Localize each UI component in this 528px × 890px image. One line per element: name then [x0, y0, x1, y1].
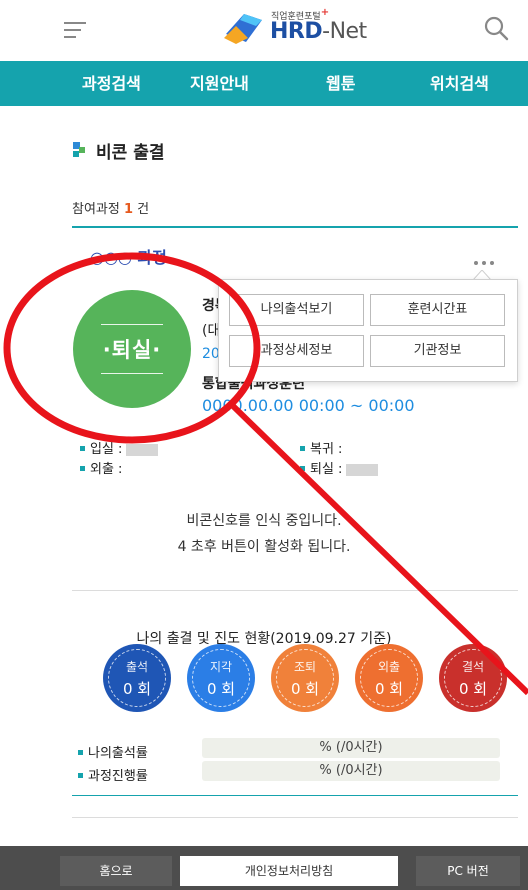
privacy-policy-button[interactable]: 개인정보처리방침 — [180, 856, 398, 886]
course-title[interactable]: ○○○ 과정 — [90, 244, 167, 268]
my-attendance-button[interactable]: 나의출석보기 — [229, 294, 364, 326]
status-title: 나의 출결 및 진도 현황(2019.09.27 기준) — [136, 631, 392, 647]
logo-icon — [224, 14, 262, 44]
more-options-icon[interactable] — [474, 250, 504, 265]
attendance-circle: 출석 0 회 — [103, 644, 171, 712]
out-time: 외출 : — [80, 458, 122, 477]
attendance-rate-bar: % (/0시간) — [202, 738, 500, 758]
menu-icon[interactable] — [64, 22, 86, 38]
outing-circle: 외출 0 회 — [355, 644, 423, 712]
hrd-net-logo[interactable]: 직업훈련포털+ HRD-Net — [222, 4, 382, 48]
late-circle: 지각 0 회 — [187, 644, 255, 712]
pc-version-button[interactable]: PC 버전 — [416, 856, 520, 886]
institution-info-button[interactable]: 기관정보 — [370, 335, 505, 367]
early-leave-circle: 조퇴 0 회 — [271, 644, 339, 712]
training-schedule-button[interactable]: 훈련시간표 — [370, 294, 505, 326]
section-title: 비콘 출결 — [96, 143, 165, 163]
progress-rate-bar: % (/0시간) — [202, 761, 500, 781]
nav-support-guide[interactable]: 지원안내 — [190, 61, 249, 106]
divider — [72, 590, 518, 591]
course-popup-menu: 나의출석보기 훈련시간표 과정상세정보 기관정보 — [218, 279, 518, 382]
divider — [72, 817, 518, 818]
footer: 홈으로 개인정보처리방침 PC 버전 — [0, 846, 528, 890]
exit-time: 퇴실 : — [300, 458, 379, 477]
nav-course-search[interactable]: 과정검색 — [82, 61, 141, 106]
course-detail-button[interactable]: 과정상세정보 — [229, 335, 364, 367]
main-nav: 과정검색 지원안내 웹툰 위치검색 — [0, 61, 528, 106]
return-time: 복귀 : — [300, 438, 342, 457]
status-badge[interactable]: ·퇴실· — [73, 290, 191, 408]
nav-webtoon[interactable]: 웹툰 — [326, 61, 355, 106]
search-icon[interactable] — [482, 14, 510, 42]
period-value: 0000.00.00 00:00 ~ 00:00 — [202, 396, 415, 415]
beacon-message-line1: 비콘신호를 인식 중입니다. — [186, 513, 342, 529]
logo-title: HRD-Net — [270, 19, 367, 44]
status-bottom-rule — [72, 795, 518, 796]
progress-rate-label: 과정진행률 — [78, 765, 148, 784]
top-header: 직업훈련포털+ HRD-Net — [0, 0, 528, 56]
beacon-message-line2: 4 초후 버튼이 활성화 됩니다. — [177, 539, 351, 555]
nav-location-search[interactable]: 위치검색 — [430, 61, 489, 106]
attendance-rate-label: 나의출석률 — [78, 742, 148, 761]
entry-time: 입실 : — [80, 438, 159, 457]
absence-circle: 결석 0 회 — [439, 644, 507, 712]
home-button[interactable]: 홈으로 — [60, 856, 172, 886]
course-count: 참여과정 1 건 — [72, 202, 150, 217]
section-divider — [72, 226, 518, 228]
section-mark-icon — [73, 142, 85, 158]
